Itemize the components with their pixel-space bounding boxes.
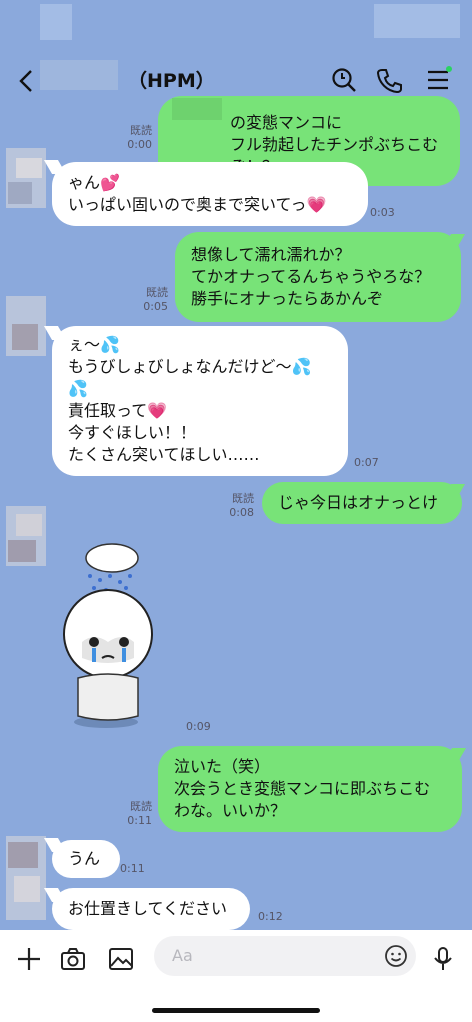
message-meta: 既読 0:08 [218,492,254,520]
search-icon[interactable] [330,66,358,94]
emoji-icon[interactable] [384,944,408,968]
message-meta: 既読 0:00 [118,124,152,152]
message-time: 0:11 [127,814,152,827]
message-input[interactable]: Aa [154,936,416,976]
message-time: 0:09 [186,720,211,733]
message-bubble-sent[interactable]: 泣いた（笑） 次会うとき変態マンコに即ぶちこむ わな。いいか？ [158,746,462,832]
message-meta: 既読 0:05 [134,286,168,314]
message-bubble-sent[interactable]: 想像して濡れ濡れか？ てかオナってるんちゃうやろな？ 勝手にオナったらあかんぞ [175,232,461,322]
message-meta: 既読 0:11 [118,800,152,828]
read-receipt: 既読 [146,286,168,299]
chat-title: （HPM） [128,70,215,92]
message-time: 0:00 [127,138,152,151]
back-icon[interactable] [14,68,40,94]
message-time: 0:07 [354,456,379,469]
read-receipt: 既読 [232,492,254,505]
camera-icon[interactable] [60,946,86,972]
avatar[interactable] [6,506,46,566]
blurred-contact-name [40,60,118,90]
message-time: 0:03 [370,206,395,219]
message-bubble-received[interactable]: うん [52,840,120,878]
home-indicator [152,1008,320,1013]
message-input-placeholder: Aa [172,946,193,965]
notification-dot [446,66,452,72]
blurred-name [172,98,222,120]
avatar[interactable] [6,148,46,208]
message-bubble-sent[interactable]: じゃ今日はオナっとけ [262,482,462,524]
avatar[interactable] [6,296,46,356]
message-bubble-received[interactable]: お仕置きしてください [52,888,250,930]
message-time: 0:05 [143,300,168,313]
message-time: 0:12 [258,910,283,923]
message-bubble-received[interactable]: ゃん💕 いっぱい固いので奥まで突いてっ💗 [52,162,368,226]
message-time: 0:08 [229,506,254,519]
read-receipt: 既読 [130,124,152,137]
phone-icon[interactable] [376,66,404,94]
read-receipt: 既読 [130,800,152,813]
sticker-crying-under-cloud[interactable] [54,534,170,736]
avatar[interactable] [6,836,46,920]
plus-icon[interactable] [16,946,42,972]
mic-icon[interactable] [430,946,456,972]
message-time: 0:11 [120,862,145,875]
chat-area: （HPM） の変態マンコに フル勃起したチンポぶちこむぞ！？ 既読0:00 ゃん… [0,0,472,930]
blurred-status-right [374,4,460,38]
blurred-status-left [40,4,72,40]
status-bar [0,0,472,48]
message-bubble-received[interactable]: ぇ〜💦 もうびしょびしょなんだけど〜💦 💦 責任取って💗 今すぐほしい！！ たく… [52,326,348,476]
image-icon[interactable] [108,946,134,972]
